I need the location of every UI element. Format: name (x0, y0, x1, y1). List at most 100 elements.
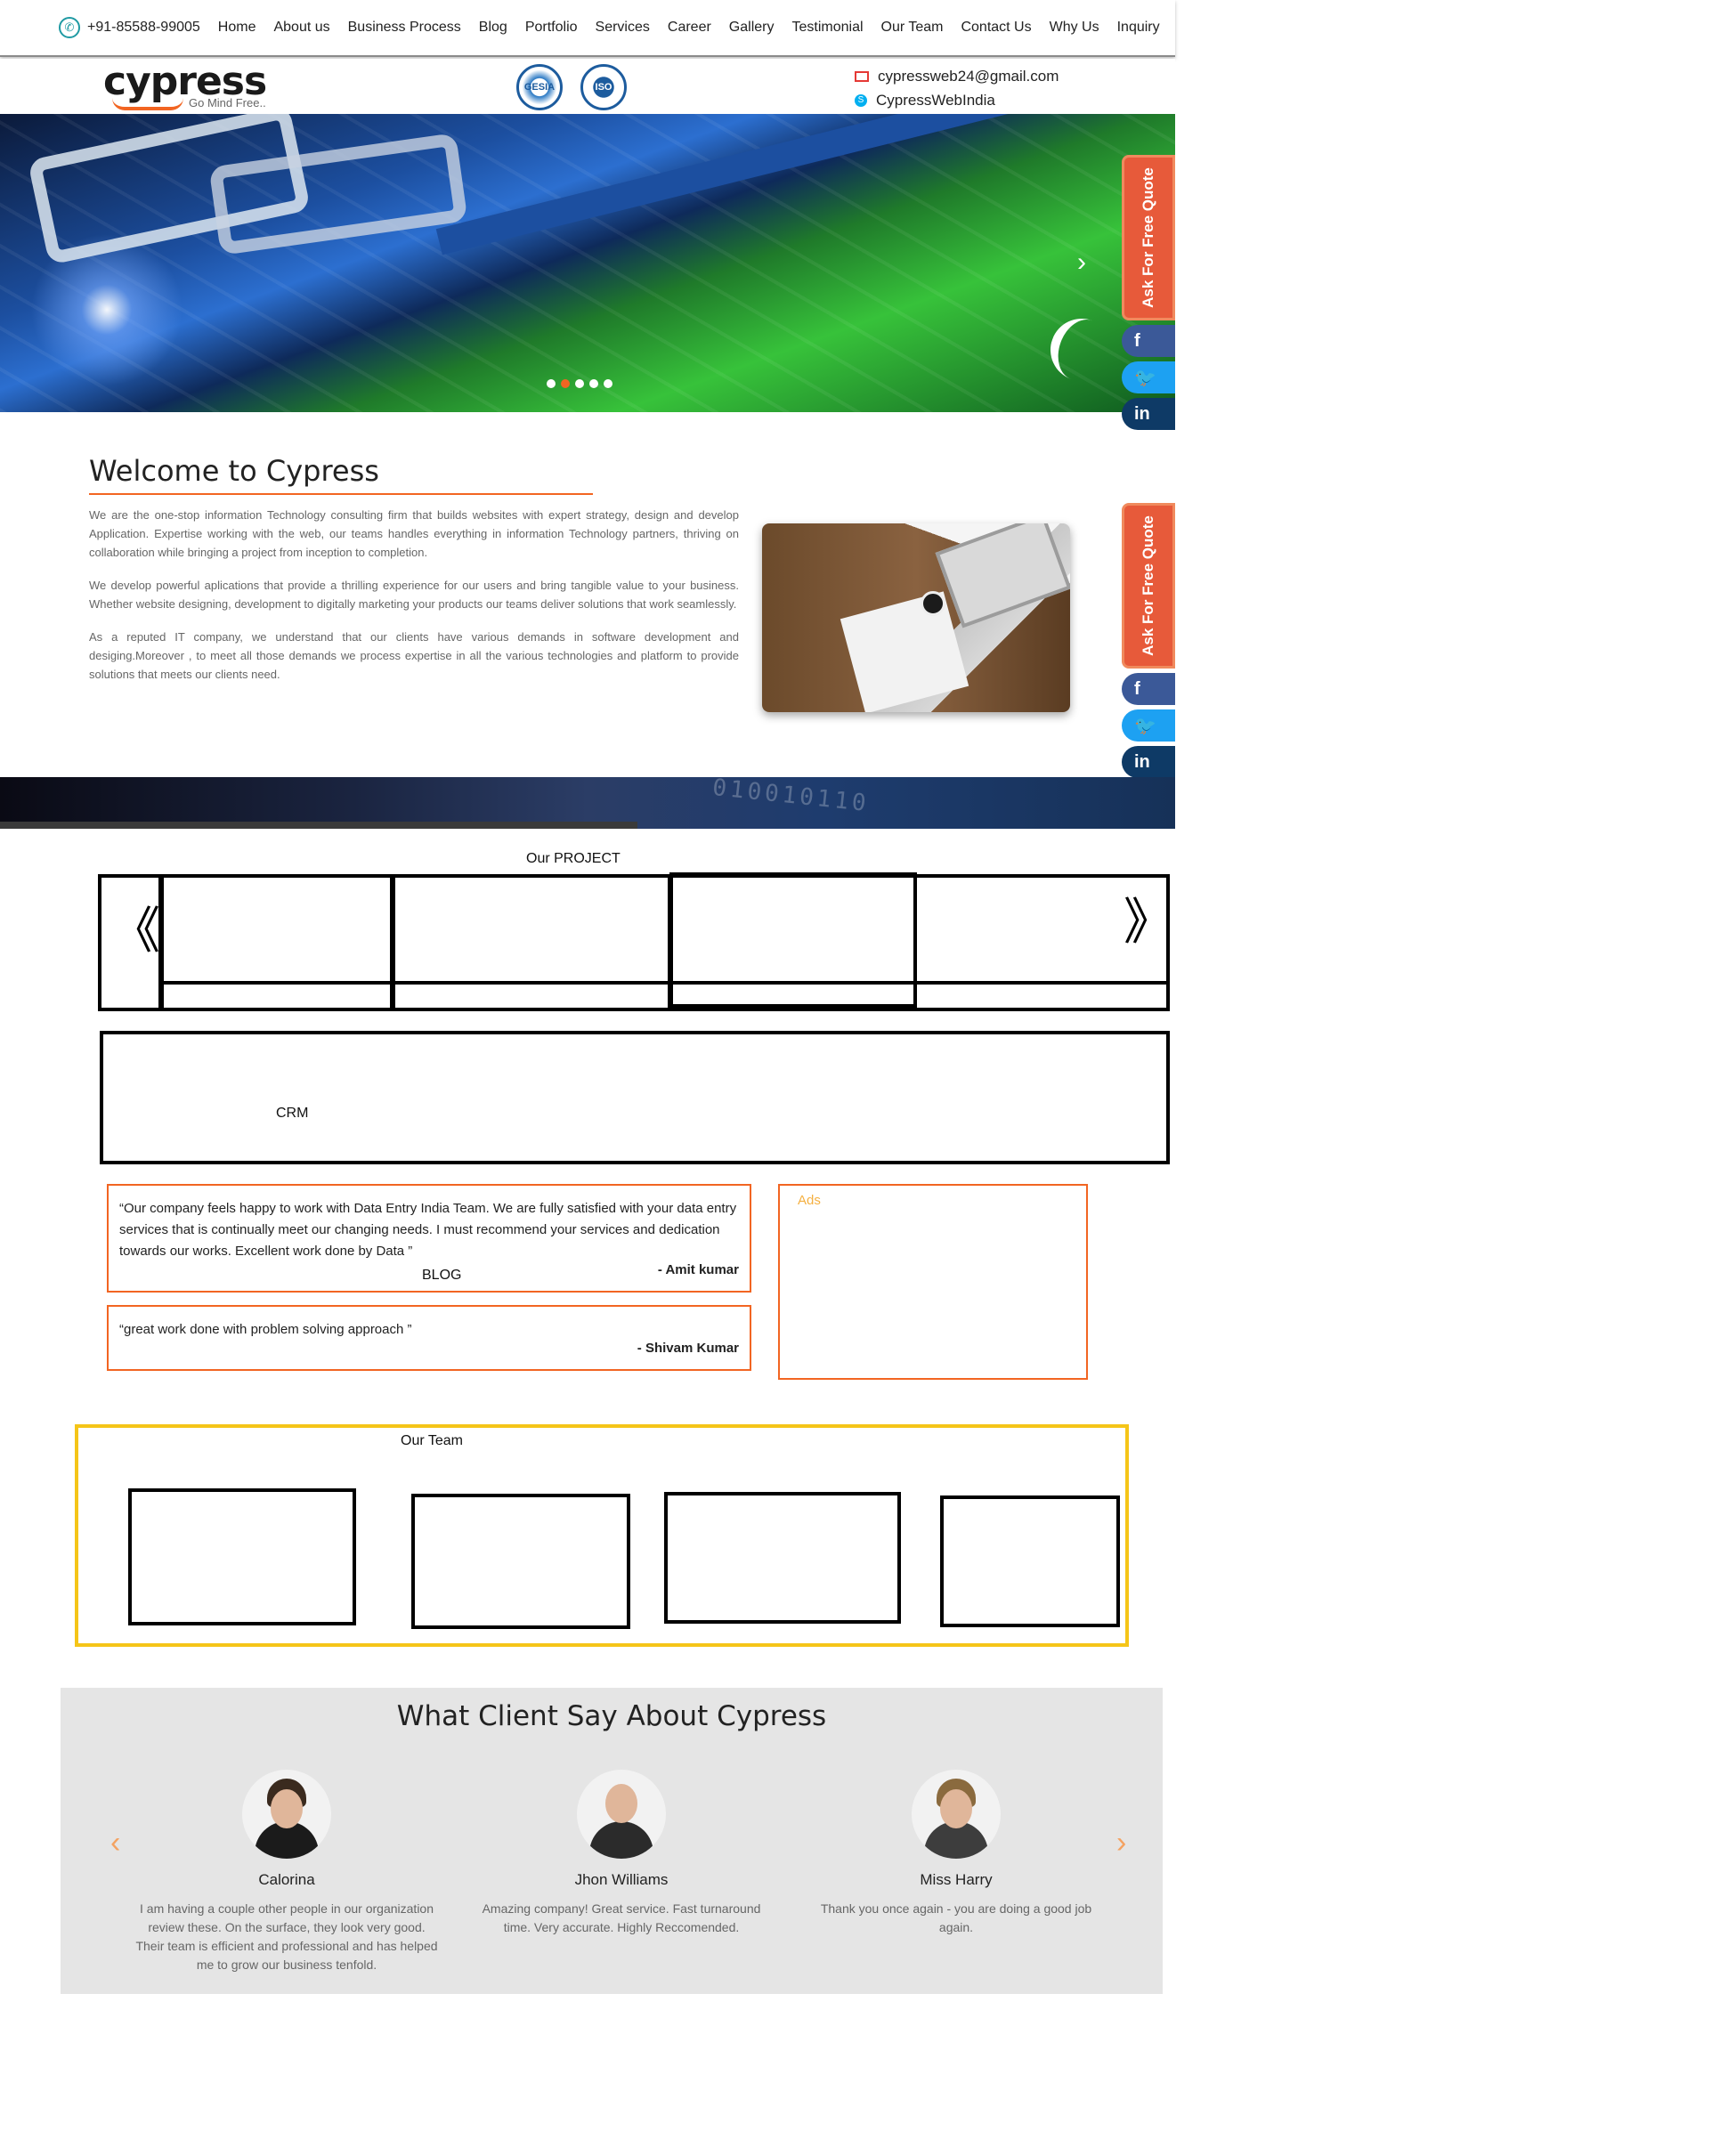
skype-contact[interactable]: S CypressWebIndia (855, 88, 1059, 112)
hero-slide-dot[interactable] (547, 379, 556, 388)
nav-business-process[interactable]: Business Process (348, 20, 461, 36)
side-widget: Ask For Free Quote f 🐦 in (1122, 155, 1175, 430)
avatar-head (271, 1789, 303, 1828)
ask-free-quote-tab[interactable]: Ask For Free Quote (1122, 503, 1175, 669)
top-navbar: ✆ +91-85588-99005 Home About us Business… (0, 0, 1175, 57)
hero-slide-dot-active[interactable] (561, 379, 570, 388)
main-menu: Home About us Business Process Blog Port… (218, 20, 1160, 36)
hero-banner-slider[interactable]: › (0, 114, 1175, 412)
ask-free-quote-tab[interactable]: Ask For Free Quote (1122, 155, 1175, 320)
email-address[interactable]: cypressweb24@gmail.com (878, 64, 1059, 88)
hero-next-arrow-icon[interactable]: › (1077, 247, 1086, 278)
hero-slide-dot[interactable] (589, 379, 598, 388)
team-member-card[interactable] (940, 1495, 1120, 1627)
welcome-paragraph: As a reputed IT company, we understand t… (89, 630, 739, 681)
welcome-paragraph: We develop powerful aplications that pro… (89, 579, 739, 611)
nav-our-team[interactable]: Our Team (881, 20, 944, 36)
blog-label: BLOG (422, 1268, 462, 1283)
skype-id[interactable]: CypressWebIndia (876, 88, 995, 112)
testimonial-author: - Shivam Kumar (637, 1341, 739, 1356)
hero-logo-mark-icon (1042, 310, 1122, 390)
logo-swoosh-icon (112, 98, 183, 110)
nav-career[interactable]: Career (668, 20, 711, 36)
linkedin-icon[interactable]: in (1122, 746, 1175, 778)
phone-contact[interactable]: ✆ +91-85588-99005 (59, 17, 200, 38)
our-project-label: Our PROJECT (526, 851, 621, 866)
client-testimonials-section: What Client Say About Cypress ‹ › Calori… (61, 1688, 1163, 1994)
client-card: Calorina I am having a couple other peop… (126, 1770, 447, 1974)
testimonial-text: “Our company feels happy to work with Da… (119, 1201, 737, 1259)
hero-graphic-beam (435, 114, 1175, 255)
dark-banner-strip: 010010110 (0, 777, 1175, 829)
cypress-logo[interactable]: cypress Go Mind Free.. (103, 61, 267, 110)
clients-prev-arrow-icon[interactable]: ‹ (110, 1826, 120, 1860)
nav-home[interactable]: Home (218, 20, 256, 36)
header-logo-row: cypress Go Mind Free.. GESIA ISO cypress… (0, 59, 1175, 114)
side-widget: Ask For Free Quote f 🐦 in (1122, 503, 1175, 778)
hero-slide-dots (547, 379, 612, 388)
linkedin-icon[interactable]: in (1122, 398, 1175, 430)
gesia-badge-icon: GESIA (516, 64, 563, 110)
testimonial-card: “great work done with problem solving ap… (107, 1305, 751, 1371)
nav-gallery[interactable]: Gallery (729, 20, 775, 36)
nav-blog[interactable]: Blog (479, 20, 507, 36)
strip-bar (0, 822, 637, 829)
avatar-head (940, 1789, 972, 1828)
nav-inquiry[interactable]: Inquiry (1117, 20, 1160, 36)
welcome-section: Welcome to Cypress We are the one-stop i… (89, 454, 739, 684)
crm-label: CRM (276, 1106, 309, 1121)
image-coffee-cup (921, 591, 945, 616)
facebook-icon[interactable]: f (1122, 325, 1175, 357)
clients-next-arrow-icon[interactable]: › (1116, 1826, 1126, 1860)
project-prev-chevron-icon[interactable]: 《 (110, 906, 160, 956)
nav-why-us[interactable]: Why Us (1050, 20, 1099, 36)
image-paper (840, 591, 969, 712)
twitter-icon[interactable]: 🐦 (1122, 361, 1175, 393)
crm-frame (100, 1031, 1170, 1164)
phone-number[interactable]: +91-85588-99005 (87, 20, 200, 36)
mail-icon (855, 70, 869, 82)
client-avatar (577, 1770, 666, 1859)
client-avatar (912, 1770, 1001, 1859)
hero-slide-dot[interactable] (575, 379, 584, 388)
avatar-head (605, 1784, 637, 1823)
client-quote: Thank you once again - you are doing a g… (820, 1901, 1092, 1934)
welcome-paragraph: We are the one-stop information Technolo… (89, 508, 739, 559)
welcome-title: Welcome to Cypress (89, 454, 593, 495)
logo-tagline: Go Mind Free.. (189, 96, 266, 109)
image-laptop (935, 523, 1070, 628)
header-contact: cypressweb24@gmail.com S CypressWebIndia (855, 64, 1059, 112)
binary-pattern: 010010110 (710, 777, 871, 818)
team-member-card[interactable] (664, 1492, 901, 1624)
project-next-chevron-icon[interactable]: 》 (1124, 897, 1173, 947)
nav-services[interactable]: Services (596, 20, 650, 36)
nav-portfolio[interactable]: Portfolio (525, 20, 578, 36)
client-card: Jhon Williams Amazing company! Great ser… (461, 1770, 782, 1937)
team-member-card[interactable] (411, 1494, 630, 1629)
avatar-body (589, 1821, 653, 1859)
nav-testimonial[interactable]: Testimonial (791, 20, 863, 36)
team-member-card[interactable] (128, 1488, 356, 1625)
office-desk-image (762, 523, 1070, 712)
client-name: Miss Harry (920, 1871, 993, 1888)
hero-slide-dot[interactable] (604, 379, 612, 388)
client-card: Miss Harry Thank you once again - you ar… (796, 1770, 1116, 1937)
client-avatar (242, 1770, 331, 1859)
ads-label: Ads (798, 1193, 821, 1208)
nav-contact-us[interactable]: Contact Us (961, 20, 1031, 36)
project-caption-bar (160, 981, 1170, 1011)
testimonial-author: - Amit kumar (657, 1262, 739, 1277)
clients-title: What Client Say About Cypress (396, 1700, 827, 1732)
twitter-icon[interactable]: 🐦 (1122, 709, 1175, 742)
phone-icon: ✆ (59, 17, 80, 38)
testimonial-text: “great work done with problem solving ap… (119, 1322, 412, 1337)
facebook-icon[interactable]: f (1122, 673, 1175, 705)
skype-icon: S (855, 93, 867, 107)
iso-certified-badge-icon: ISO (580, 64, 627, 110)
client-quote: I am having a couple other people in our… (135, 1901, 438, 1972)
email-contact[interactable]: cypressweb24@gmail.com (855, 64, 1059, 88)
client-quote: Amazing company! Great service. Fast tur… (482, 1901, 761, 1934)
our-team-label: Our Team (401, 1433, 463, 1448)
ads-frame: Ads (778, 1184, 1088, 1380)
nav-about-us[interactable]: About us (273, 20, 329, 36)
